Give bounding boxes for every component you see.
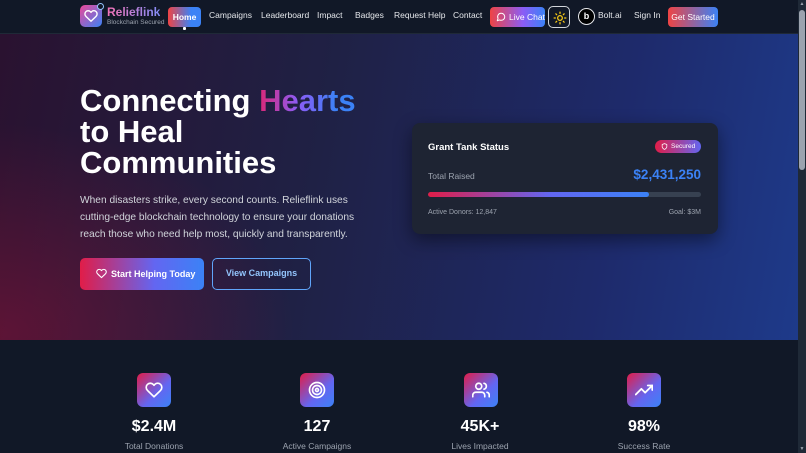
nav-item-campaigns[interactable]: Campaigns	[209, 10, 252, 20]
goal-text: Goal: $3M	[668, 209, 701, 216]
start-helping-label: Start Helping Today	[111, 269, 196, 279]
nav-item-home[interactable]: Home	[168, 7, 201, 27]
hero-title-line2: to Heal	[80, 114, 184, 149]
secured-badge: Secured	[655, 140, 701, 153]
nav-item-request-help[interactable]: Request Help	[394, 10, 446, 20]
grant-card-title: Grant Tank Status	[428, 142, 510, 153]
stat-label: Active Campaigns	[282, 441, 352, 451]
secure-dot-icon	[97, 3, 104, 10]
stats-section: $2.4M Total Donations 127 Active Campaig…	[0, 340, 798, 453]
brand-tagline: Blockchain Secured	[107, 19, 165, 26]
bolt-logo-icon[interactable]: b	[578, 8, 595, 25]
hero-title-line3: Communities	[80, 145, 277, 180]
nav-item-impact[interactable]: Impact	[317, 10, 343, 20]
view-campaigns-button[interactable]: View Campaigns	[212, 258, 311, 290]
hero-title-highlight: Hearts	[259, 83, 356, 118]
stat-label: Lives Impacted	[451, 441, 509, 451]
bolt-ai-link[interactable]: Bolt.ai	[598, 10, 622, 20]
nav-item-contact[interactable]: Contact	[453, 10, 482, 20]
nav-item-leaderboard[interactable]: Leaderboard	[261, 10, 309, 20]
total-raised-value: $2,431,250	[633, 167, 701, 182]
secured-label: Secured	[671, 143, 696, 150]
top-navbar: Relieflink Blockchain Secured Home Campa…	[0, 0, 798, 34]
shield-icon	[661, 143, 668, 150]
stat-value: 98%	[627, 418, 661, 435]
brand-name: Relieflink	[107, 5, 161, 19]
page-scrollbar[interactable]: ▲ ▼	[798, 0, 806, 453]
sign-in-link[interactable]: Sign In	[634, 10, 660, 20]
grant-tank-card: Grant Tank Status Secured Total Raised $…	[412, 123, 718, 234]
scroll-down-arrow-icon[interactable]: ▼	[799, 446, 805, 452]
sun-icon	[553, 11, 567, 25]
funding-progress-fill	[428, 192, 650, 197]
active-donors-text: Active Donors: 12,847	[428, 209, 497, 216]
scroll-up-arrow-icon[interactable]: ▲	[799, 1, 805, 7]
hero-title: Connecting Hearts to Heal Communities	[80, 85, 400, 178]
stat-label: Success Rate	[617, 441, 671, 451]
nav-item-badges[interactable]: Badges	[355, 10, 384, 20]
stat-value: 127	[303, 418, 331, 435]
stat-label: Total Donations	[124, 441, 184, 451]
funding-progress-bar	[428, 192, 701, 197]
target-icon	[300, 373, 334, 407]
live-chat-label: Live Chat	[509, 12, 545, 22]
theme-toggle-button[interactable]	[548, 6, 570, 28]
scrollbar-thumb[interactable]	[799, 10, 805, 170]
heart-icon	[137, 373, 171, 407]
hero-title-part1: Connecting	[80, 83, 260, 118]
start-helping-button[interactable]: Start Helping Today	[80, 258, 204, 290]
heart-icon	[96, 268, 107, 279]
trending-up-icon	[627, 373, 661, 407]
users-icon	[464, 373, 498, 407]
stat-value: $2.4M	[131, 418, 177, 435]
get-started-button[interactable]: Get Started	[668, 7, 718, 27]
active-indicator	[183, 27, 186, 30]
hero-subtitle: When disasters strike, every second coun…	[80, 195, 355, 240]
live-chat-button[interactable]: Live Chat	[490, 7, 545, 27]
total-raised-label: Total Raised	[428, 171, 475, 181]
stat-value: 45K+	[460, 418, 500, 435]
hero-section: Connecting Hearts to Heal Communities Wh…	[0, 34, 798, 340]
chat-bubble-icon	[496, 12, 506, 22]
